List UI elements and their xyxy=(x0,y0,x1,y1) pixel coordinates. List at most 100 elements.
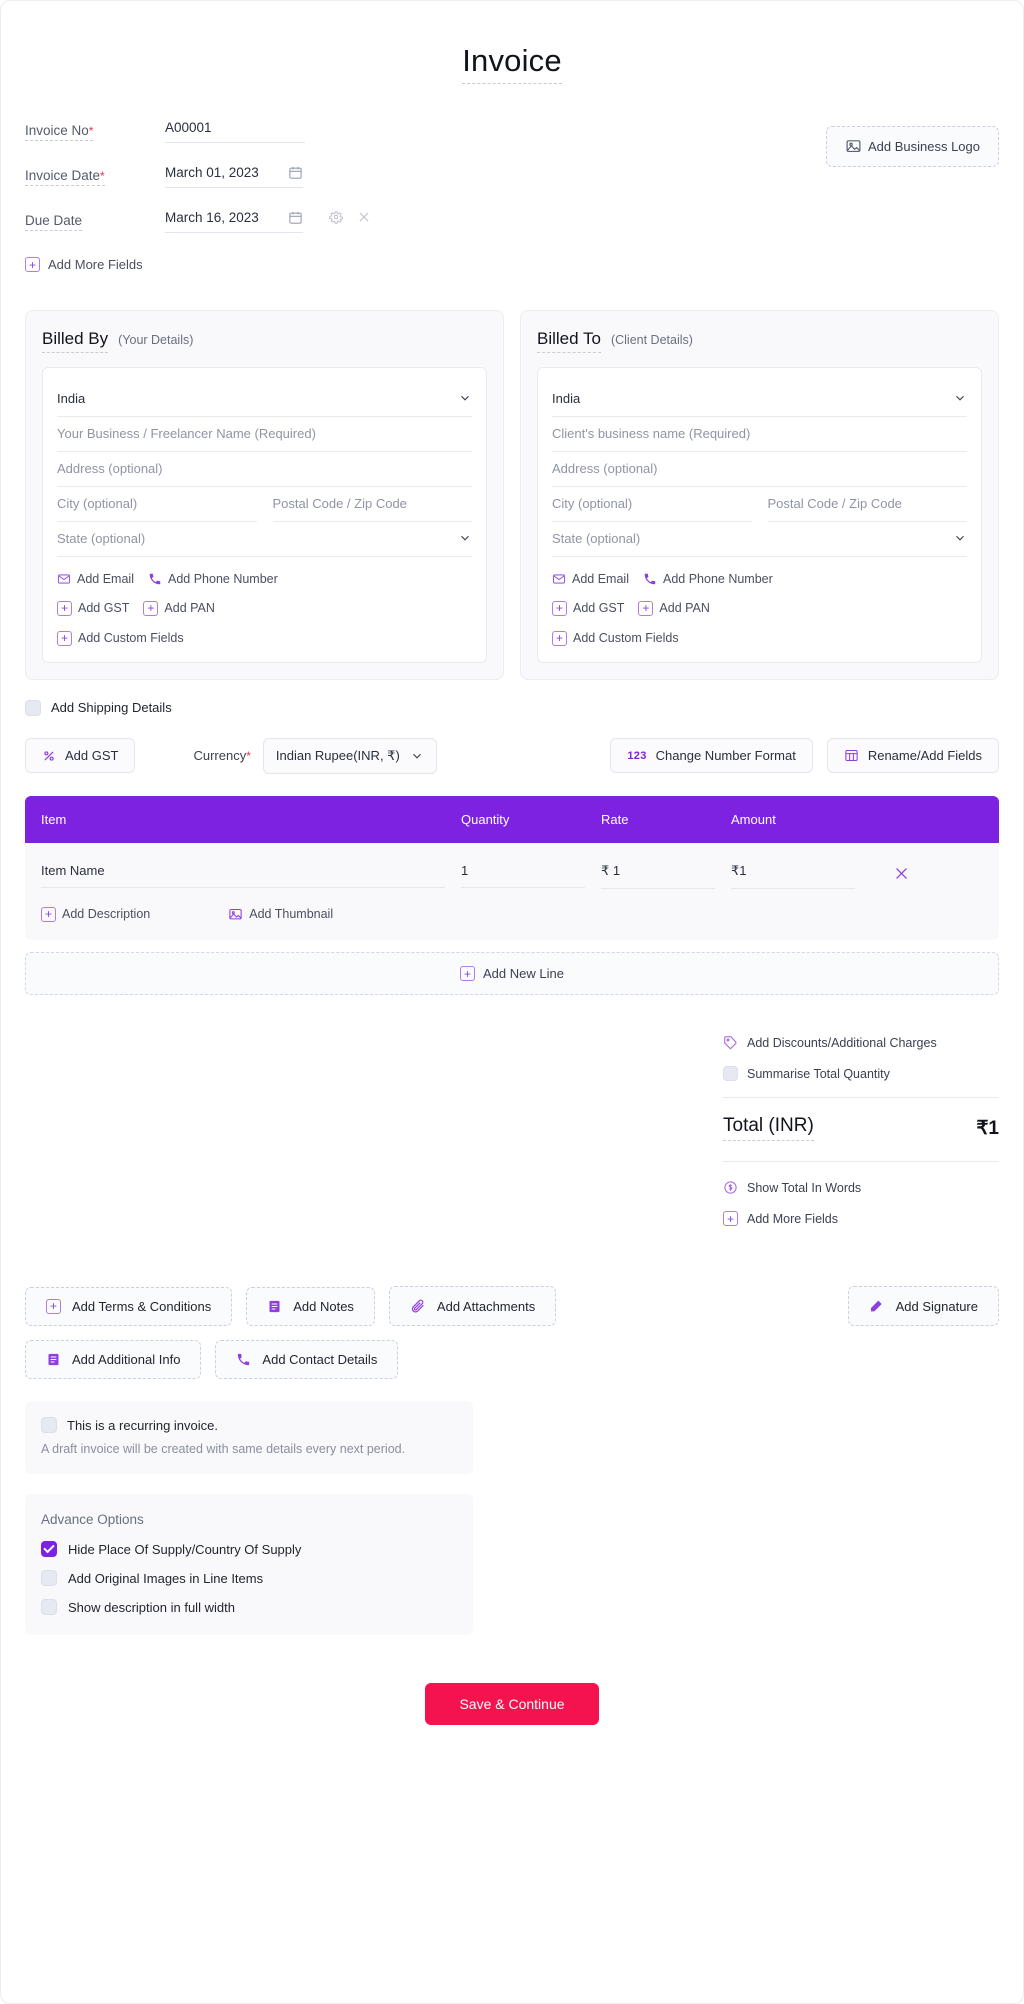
recurring-invoice-row[interactable]: This is a recurring invoice. xyxy=(41,1417,457,1433)
due-date-actions xyxy=(329,208,371,224)
change-number-format-label: Change Number Format xyxy=(656,748,796,763)
add-discounts-link[interactable]: Add Discounts/Additional Charges xyxy=(723,1035,999,1050)
required-marker: * xyxy=(246,749,251,763)
rename-add-fields-button[interactable]: Rename/Add Fields xyxy=(827,738,999,773)
billed-to-title: Billed To xyxy=(537,329,601,353)
advance-option-add-original-images[interactable]: Add Original Images in Line Items xyxy=(41,1570,457,1586)
billed-cards-row: Billed By (Your Details) India Your Busi… xyxy=(25,310,999,680)
item-quantity-input[interactable]: 1 xyxy=(461,859,585,888)
calendar-icon[interactable] xyxy=(288,210,303,225)
recurring-invoice-checkbox[interactable] xyxy=(41,1417,57,1433)
save-continue-button[interactable]: Save & Continue xyxy=(425,1683,598,1725)
billed-by-address-input[interactable]: Address (optional) xyxy=(57,452,472,487)
currency-circle-icon xyxy=(723,1180,738,1195)
summarise-total-quantity-row[interactable]: Summarise Total Quantity xyxy=(723,1066,999,1081)
tag-icon xyxy=(723,1035,738,1050)
add-new-line-button[interactable]: + Add New Line xyxy=(25,952,999,996)
plus-icon: + xyxy=(57,601,72,616)
add-signature-button[interactable]: Add Signature xyxy=(848,1286,999,1326)
add-notes-button[interactable]: Add Notes xyxy=(246,1287,375,1326)
billed-to-add-phone-link[interactable]: Add Phone Number xyxy=(643,572,773,586)
billed-by-country-select[interactable]: India xyxy=(57,382,472,417)
calendar-icon[interactable] xyxy=(288,165,303,180)
advance-option-hide-place-of-supply[interactable]: Hide Place Of Supply/Country Of Supply xyxy=(41,1541,457,1557)
save-button-area: Save & Continue xyxy=(25,1683,999,1779)
item-rate-input[interactable]: ₹ 1 xyxy=(601,859,715,889)
add-gst-button[interactable]: Add GST xyxy=(25,738,135,773)
add-terms-conditions-button[interactable]: + Add Terms & Conditions xyxy=(25,1287,232,1326)
add-original-images-label: Add Original Images in Line Items xyxy=(68,1571,263,1586)
add-shipping-details-checkbox[interactable] xyxy=(25,700,41,716)
invoice-no-label: Invoice No* xyxy=(25,118,93,141)
billed-to-add-custom-fields-label: Add Custom Fields xyxy=(573,631,679,645)
billed-to-add-pan-link[interactable]: + Add PAN xyxy=(638,601,710,616)
billed-by-state-placeholder: State (optional) xyxy=(57,531,145,546)
totals-add-more-fields-link[interactable]: + Add More Fields xyxy=(723,1211,999,1226)
add-shipping-details-label: Add Shipping Details xyxy=(51,700,172,715)
invoice-no-input[interactable]: A00001 xyxy=(165,118,305,143)
total-label: Total (INR) xyxy=(723,1115,814,1141)
summarise-total-quantity-checkbox[interactable] xyxy=(723,1066,738,1081)
line-item-sublinks: + Add Description Add Thumbnail xyxy=(41,907,983,922)
add-additional-info-button[interactable]: Add Additional Info xyxy=(25,1340,201,1379)
hide-place-of-supply-label: Hide Place Of Supply/Country Of Supply xyxy=(68,1542,301,1557)
invoice-date-value: March 01, 2023 xyxy=(165,165,259,180)
add-contact-details-button[interactable]: Add Contact Details xyxy=(215,1340,398,1379)
billed-by-country-value: India xyxy=(57,391,85,406)
billed-by-custom-links: + Add Custom Fields xyxy=(57,631,472,646)
add-contact-details-label: Add Contact Details xyxy=(262,1352,377,1367)
rename-add-fields-label: Rename/Add Fields xyxy=(868,748,982,763)
billed-by-add-pan-link[interactable]: + Add PAN xyxy=(143,601,215,616)
billed-to-add-gst-link[interactable]: + Add GST xyxy=(552,601,624,616)
add-original-images-checkbox[interactable] xyxy=(41,1570,57,1586)
billed-by-contact-links: Add Email Add Phone Number xyxy=(57,572,472,586)
chevron-down-icon xyxy=(458,391,472,405)
billed-to-postal-input[interactable]: Postal Code / Zip Code xyxy=(768,487,968,522)
add-attachments-button[interactable]: Add Attachments xyxy=(389,1286,556,1326)
billed-by-add-email-link[interactable]: Add Email xyxy=(57,572,134,586)
billed-to-add-custom-fields-link[interactable]: + Add Custom Fields xyxy=(552,631,679,646)
billed-by-state-select[interactable]: State (optional) xyxy=(57,522,472,557)
close-icon[interactable] xyxy=(357,210,371,224)
summarise-total-quantity-label: Summarise Total Quantity xyxy=(747,1067,890,1081)
add-more-fields-meta-link[interactable]: + Add More Fields xyxy=(25,257,143,272)
billed-to-business-name-input[interactable]: Client's business name (Required) xyxy=(552,417,967,452)
add-business-logo-button[interactable]: Add Business Logo xyxy=(826,126,999,167)
billed-to-add-email-label: Add Email xyxy=(572,572,629,586)
advance-option-show-description-full-width[interactable]: Show description in full width xyxy=(41,1599,457,1615)
add-more-fields-label: Add More Fields xyxy=(48,257,143,272)
change-number-format-button[interactable]: 123 Change Number Format xyxy=(610,738,812,773)
delete-row-button[interactable] xyxy=(871,865,931,882)
billed-to-address-input[interactable]: Address (optional) xyxy=(552,452,967,487)
due-date-label-cell: Due Date xyxy=(25,208,165,231)
due-date-input[interactable]: March 16, 2023 xyxy=(165,208,303,233)
billed-by-add-phone-link[interactable]: Add Phone Number xyxy=(148,572,278,586)
plus-icon: + xyxy=(552,631,567,646)
billed-by-add-custom-fields-link[interactable]: + Add Custom Fields xyxy=(57,631,184,646)
billed-to-city-input[interactable]: City (optional) xyxy=(552,487,752,522)
invoice-date-input[interactable]: March 01, 2023 xyxy=(165,163,303,188)
billed-by-city-input[interactable]: City (optional) xyxy=(57,487,257,522)
billed-by-postal-input[interactable]: Postal Code / Zip Code xyxy=(273,487,473,522)
plus-icon: + xyxy=(460,966,475,981)
billed-by-business-name-input[interactable]: Your Business / Freelancer Name (Require… xyxy=(57,417,472,452)
billed-by-add-email-label: Add Email xyxy=(77,572,134,586)
add-new-line-label: Add New Line xyxy=(483,966,564,981)
currency-select[interactable]: Indian Rupee(INR, ₹) xyxy=(263,738,437,774)
billed-to-state-select[interactable]: State (optional) xyxy=(552,522,967,557)
billed-to-country-select[interactable]: India xyxy=(552,382,967,417)
billed-to-card: Billed To (Client Details) India Client'… xyxy=(520,310,999,680)
show-description-full-width-checkbox[interactable] xyxy=(41,1599,57,1615)
billed-by-add-gst-link[interactable]: + Add GST xyxy=(57,601,129,616)
add-thumbnail-link[interactable]: Add Thumbnail xyxy=(228,907,333,922)
show-total-in-words-link[interactable]: Show Total In Words xyxy=(723,1180,999,1195)
billed-to-add-email-link[interactable]: Add Email xyxy=(552,572,629,586)
item-name-input[interactable]: Item Name xyxy=(41,859,445,888)
gear-icon[interactable] xyxy=(329,210,343,224)
billed-to-header: Billed To (Client Details) xyxy=(537,329,982,353)
add-shipping-details-row[interactable]: Add Shipping Details xyxy=(25,700,999,716)
recurring-invoice-label: This is a recurring invoice. xyxy=(67,1418,218,1433)
totals-add-more-fields-label: Add More Fields xyxy=(747,1212,838,1226)
add-description-link[interactable]: + Add Description xyxy=(41,907,150,922)
hide-place-of-supply-checkbox[interactable] xyxy=(41,1541,57,1557)
